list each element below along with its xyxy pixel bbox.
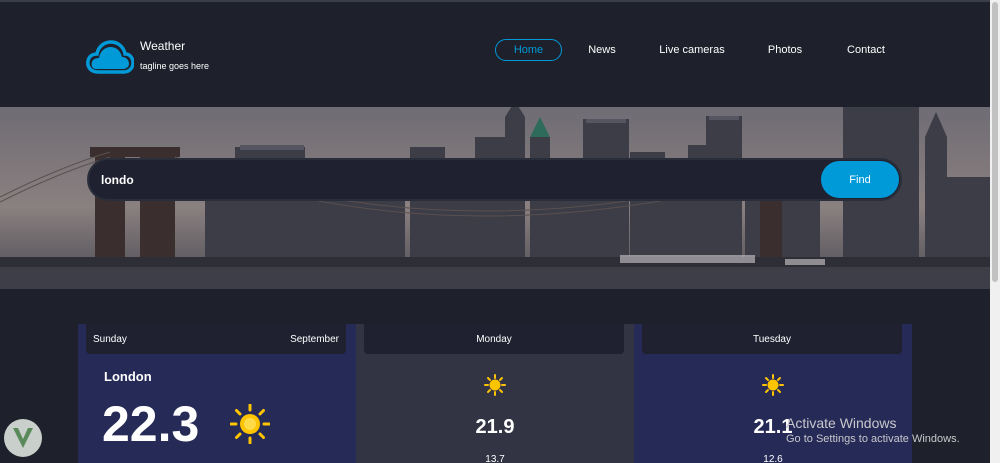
day-name: Sunday — [93, 334, 127, 345]
nav-item-contact[interactable]: Contact — [838, 39, 894, 61]
vertical-scrollbar[interactable] — [990, 0, 1000, 463]
scrollbar-thumb[interactable] — [992, 2, 998, 282]
hero-banner: Find — [0, 107, 990, 289]
find-button[interactable]: Find — [821, 161, 899, 198]
activation-watermark: Activate Windows Go to Settings to activ… — [786, 415, 960, 445]
nav-item-photos[interactable]: Photos — [758, 39, 812, 61]
day-high-temperature: 21.9 — [475, 416, 515, 438]
nav-item-home[interactable]: Home — [495, 39, 562, 61]
site-tagline: tagline goes here — [140, 61, 210, 71]
site-header: Weather tagline goes here Home News Live… — [0, 0, 990, 107]
sun-icon — [762, 374, 784, 396]
location-name: London — [104, 369, 152, 384]
day-name: Monday — [476, 334, 512, 345]
current-temperature: 22.3 — [102, 396, 200, 452]
sun-icon — [484, 374, 506, 396]
activation-subtitle: Go to Settings to activate Windows. — [786, 433, 960, 445]
sun-icon — [230, 404, 270, 444]
main-nav: Home News Live cameras Photos Contact — [0, 39, 990, 61]
search-input[interactable] — [101, 169, 791, 191]
month-name: September — [290, 334, 339, 345]
nav-item-news[interactable]: News — [578, 39, 626, 61]
day-low-temperature: 13.7 — [485, 454, 505, 463]
activation-title: Activate Windows — [786, 415, 897, 431]
search-bar: Find — [87, 158, 902, 201]
day-header: Sunday September — [86, 324, 346, 354]
nav-item-live-cameras[interactable]: Live cameras — [652, 39, 732, 61]
day-header: Tuesday — [642, 324, 902, 354]
day-low-temperature: 12.6 — [763, 454, 783, 463]
forecast-card-day: Monday 21.9 13.7 — [356, 324, 634, 463]
day-header: Monday — [364, 324, 624, 354]
day-name: Tuesday — [753, 334, 791, 345]
forecast-card-today: Sunday September London 22.3 — [78, 324, 356, 463]
shield-badge-icon — [4, 419, 42, 457]
